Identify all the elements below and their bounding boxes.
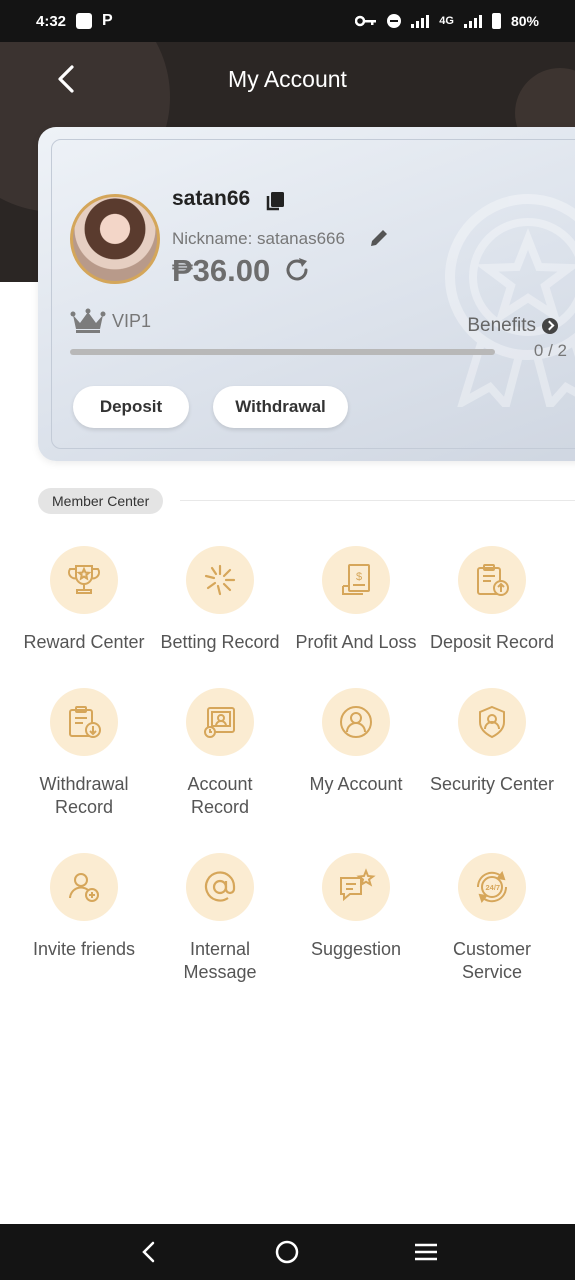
signal-icon-2	[463, 14, 482, 28]
menu-label: Profit And Loss	[295, 632, 417, 652]
svg-text:24/7: 24/7	[486, 883, 501, 892]
nav-recents-button[interactable]	[406, 1232, 446, 1272]
at-sign-icon	[204, 871, 236, 902]
member-center-title: Member Center	[38, 488, 164, 514]
receipt-icon: $	[342, 564, 370, 595]
user-add-icon	[69, 873, 99, 902]
menu-label: Reward Center	[23, 632, 145, 652]
menu-label: Invite friends	[32, 939, 136, 959]
member-center-grid: Reward Center Betting Record $ Profit An…	[16, 546, 560, 1018]
user-circle-icon	[340, 706, 372, 738]
icon-badge: $	[322, 546, 390, 614]
menu-label: My Account	[309, 774, 403, 794]
sparkle-icon	[204, 564, 236, 596]
clipboard-download-icon	[69, 706, 101, 738]
menu-label: Betting Record	[160, 632, 280, 652]
menu-item-deposit-record[interactable]: Deposit Record	[424, 546, 560, 688]
battery-level: 80%	[510, 13, 539, 29]
benefits-link[interactable]: Benefits	[467, 315, 558, 337]
balance: ₱36.00	[172, 253, 271, 288]
icon-badge	[186, 546, 254, 614]
refresh-icon[interactable]	[282, 255, 312, 285]
deposit-button[interactable]: Deposit	[73, 386, 189, 428]
battery-icon	[491, 13, 501, 29]
icon-badge	[186, 688, 254, 756]
menu-label: Security Center	[429, 774, 555, 794]
benefits-label: Benefits	[467, 315, 536, 336]
menu-label: Customer Service	[452, 939, 532, 982]
nav-back-icon	[142, 1241, 155, 1263]
nav-menu-icon	[414, 1243, 437, 1261]
nav-home-button[interactable]	[267, 1232, 307, 1272]
icon-badge	[50, 688, 118, 756]
crown-icon	[70, 308, 106, 333]
clipboard-upload-icon	[477, 564, 509, 596]
p-app-icon: P	[102, 12, 113, 29]
system-nav-bar	[0, 1224, 575, 1280]
status-left: 4:32 P	[36, 12, 113, 30]
menu-item-customer-service[interactable]: 24/7 Customer Service	[424, 853, 560, 1018]
nav-back-button[interactable]	[129, 1232, 169, 1272]
menu-item-withdrawal-record[interactable]: Withdrawal Record	[16, 688, 152, 853]
account-record-icon	[204, 707, 235, 738]
menu-label: Internal Message	[183, 939, 257, 982]
medal-watermark-icon	[445, 194, 575, 407]
notification-icon	[76, 13, 93, 29]
icon-badge	[322, 853, 390, 921]
key-icon	[355, 15, 377, 27]
page-title: My Account	[228, 66, 347, 92]
menu-item-my-account[interactable]: My Account	[288, 688, 424, 853]
icon-badge	[322, 688, 390, 756]
menu-item-internal-message[interactable]: Internal Message	[152, 853, 288, 1018]
svg-text:$: $	[356, 571, 362, 583]
menu-label: Suggestion	[310, 939, 402, 959]
icon-badge	[458, 546, 526, 614]
withdrawal-button[interactable]: Withdrawal	[213, 386, 348, 428]
menu-label: Account Record	[187, 774, 253, 817]
username: satan66	[172, 187, 251, 210]
icon-badge	[458, 688, 526, 756]
menu-item-account-record[interactable]: Account Record	[152, 688, 288, 853]
avatar[interactable]	[70, 194, 160, 284]
menu-item-security-center[interactable]: Security Center	[424, 688, 560, 853]
shield-user-icon	[479, 705, 505, 739]
menu-label: Deposit Record	[429, 632, 555, 652]
trophy-icon	[67, 565, 101, 594]
status-right: 4G 80%	[355, 13, 539, 29]
dnd-icon	[387, 14, 402, 28]
vip-level: VIP1	[112, 311, 152, 331]
copy-icon[interactable]	[264, 190, 286, 212]
icon-badge: 24/7	[458, 853, 526, 921]
chevron-right-circle-icon	[542, 318, 558, 334]
network-type: 4G	[439, 15, 454, 27]
menu-item-betting-record[interactable]: Betting Record	[152, 546, 288, 688]
menu-item-reward-center[interactable]: Reward Center	[16, 546, 152, 688]
vip-progress-text: 0 / 2	[533, 341, 567, 360]
nickname: Nickname: satanas666	[172, 229, 345, 248]
nav-home-icon	[276, 1240, 299, 1264]
signal-icon	[411, 14, 430, 28]
menu-item-profit-and-loss[interactable]: $ Profit And Loss	[288, 546, 424, 688]
menu-label: Withdrawal Record	[39, 774, 129, 817]
chat-star-icon	[340, 868, 376, 902]
menu-item-suggestion[interactable]: Suggestion	[288, 853, 424, 1018]
pencil-icon[interactable]	[368, 227, 390, 249]
account-card: satan66 Nickname: satanas666 ₱36.00 VIP1…	[38, 127, 575, 461]
section-divider	[180, 500, 575, 501]
member-center-header: Member Center	[38, 488, 164, 514]
icon-badge	[50, 546, 118, 614]
support-24-7-icon: 24/7	[476, 870, 508, 904]
icon-badge	[186, 853, 254, 921]
vip-progress-bar	[70, 349, 495, 355]
status-bar: 4:32 P 4G 80%	[0, 0, 575, 42]
status-time: 4:32	[36, 12, 67, 30]
icon-badge	[50, 853, 118, 921]
menu-item-invite-friends[interactable]: Invite friends	[16, 853, 152, 1018]
